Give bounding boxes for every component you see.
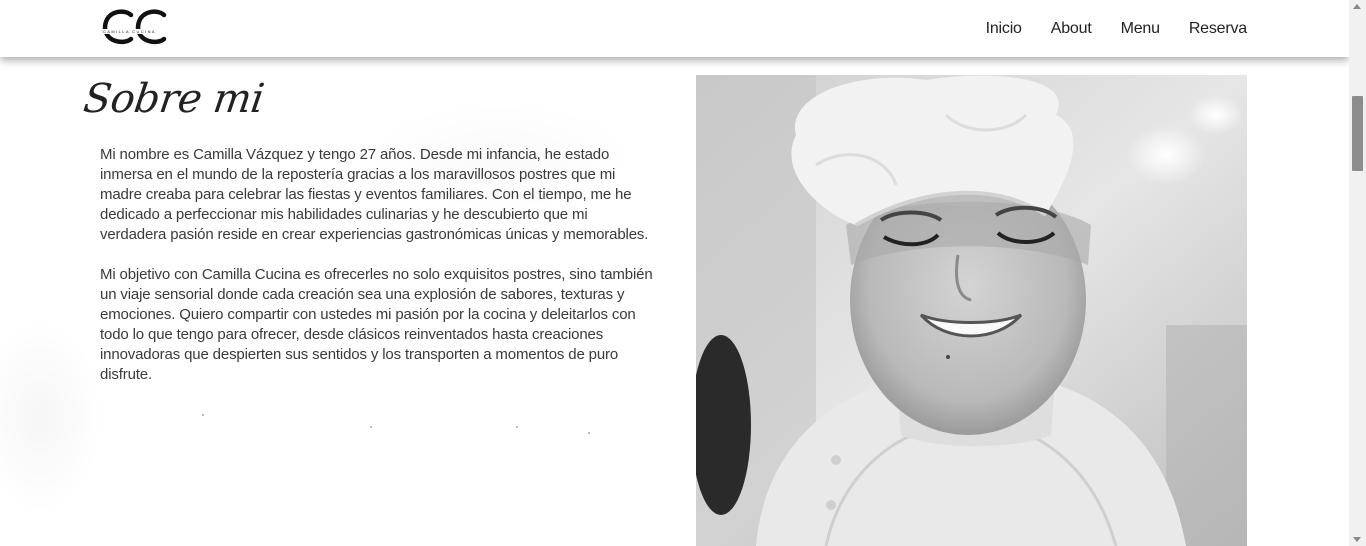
about-paragraph-2: Mi objetivo con Camilla Cucina es ofrece… [100, 266, 653, 383]
about-paragraph-1: Mi nombre es Camilla Vázquez y tengo 27 … [100, 146, 649, 243]
nav-link-inicio[interactable]: Inicio [986, 20, 1022, 38]
chef-portrait-image [696, 75, 1247, 546]
navbar: CAMILLA CUCINA Inicio About Menu Reserva [0, 0, 1349, 57]
scroll-up-arrow-icon[interactable] [1353, 4, 1361, 9]
monogram-icon [102, 9, 167, 45]
section-title: Sobre mi [80, 76, 267, 122]
main-nav: Inicio About Menu Reserva [986, 0, 1248, 57]
page: CAMILLA CUCINA Inicio About Menu Reserva… [0, 0, 1349, 546]
nav-link-menu[interactable]: Menu [1121, 20, 1160, 38]
scroll-down-arrow-icon[interactable] [1353, 537, 1361, 542]
nav-link-about[interactable]: About [1051, 20, 1092, 38]
brand-logo[interactable]: CAMILLA CUCINA [100, 6, 172, 48]
vertical-scrollbar[interactable] [1349, 0, 1366, 546]
chef-photo [696, 75, 1247, 546]
about-text: Mi nombre es Camilla Vázquez y tengo 27 … [100, 145, 655, 405]
brand-name: CAMILLA CUCINA [102, 29, 157, 34]
nav-link-reserva[interactable]: Reserva [1189, 20, 1247, 38]
faded-text-line [200, 414, 650, 434]
scroll-thumb[interactable] [1352, 96, 1363, 171]
